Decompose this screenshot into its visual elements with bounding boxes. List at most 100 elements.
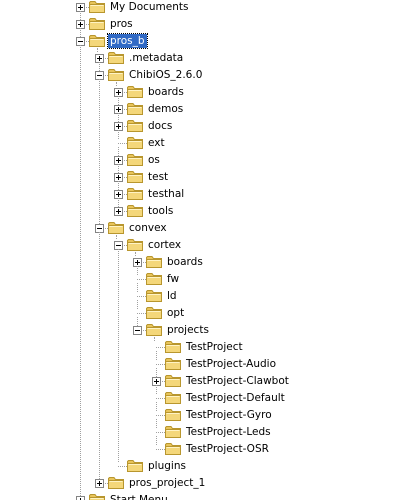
tree-node-label[interactable]: ld xyxy=(165,289,179,303)
tree-node-label[interactable]: opt xyxy=(165,306,186,320)
tree-node-start-menu[interactable]: Start Menu xyxy=(0,492,399,500)
tree-node-chibios-testhal[interactable]: testhal xyxy=(0,186,399,203)
tree-node-convex[interactable]: convex xyxy=(0,220,399,237)
tree-node-label[interactable]: TestProject-Clawbot xyxy=(184,374,291,388)
tree-node-projects[interactable]: projects xyxy=(0,322,399,339)
tree-guide-line xyxy=(118,96,119,105)
tree-guide-line xyxy=(156,368,157,377)
tree-guide-line xyxy=(156,351,157,360)
folder-tree: My Documents pros pros_b .metadata ChibiOS_2… xyxy=(0,0,399,500)
tree-node-label[interactable]: testhal xyxy=(146,187,186,201)
tree-node-cortex[interactable]: cortex xyxy=(0,237,399,254)
tree-node-testproject[interactable]: TestProject xyxy=(0,339,399,356)
folder-icon xyxy=(127,459,143,473)
folder-open-icon xyxy=(108,221,124,235)
tree-node-testproject-gyro[interactable]: TestProject-Gyro xyxy=(0,407,399,424)
tree-node-testproject-clawbot[interactable]: TestProject-Clawbot xyxy=(0,373,399,390)
tree-guide-line xyxy=(135,252,136,256)
tree-node-chibios-docs[interactable]: docs xyxy=(0,118,399,135)
tree-node-label[interactable]: demos xyxy=(146,102,185,116)
tree-node-chibios-os[interactable]: os xyxy=(0,152,399,169)
tree-node-label[interactable]: boards xyxy=(146,85,186,99)
tree-node-chibios-test[interactable]: test xyxy=(0,169,399,186)
tree-node-label[interactable]: TestProject-Leds xyxy=(184,425,273,439)
tree-guide-line xyxy=(156,419,157,428)
tree-node-chibios-demos[interactable]: demos xyxy=(0,101,399,118)
tree-guide-line xyxy=(137,313,146,314)
folder-icon xyxy=(127,204,143,218)
tree-node-cortex-ld[interactable]: ld xyxy=(0,288,399,305)
tree-guide-line xyxy=(137,296,146,297)
tree-node-cortex-opt[interactable]: opt xyxy=(0,305,399,322)
folder-icon xyxy=(127,187,143,201)
tree-node-label[interactable]: TestProject xyxy=(184,340,245,354)
tree-guide-line xyxy=(137,279,146,280)
folder-icon xyxy=(127,136,143,150)
tree-node-testproject-osr[interactable]: TestProject-OSR xyxy=(0,441,399,458)
tree-node-plugins[interactable]: plugins xyxy=(0,458,399,475)
tree-node-label[interactable]: TestProject-Default xyxy=(184,391,287,405)
tree-node-label[interactable]: cortex xyxy=(146,238,183,252)
tree-node-label[interactable]: pros xyxy=(108,17,135,31)
tree-node-label[interactable]: pros_b xyxy=(107,33,148,49)
tree-node-label[interactable]: convex xyxy=(127,221,169,235)
tree-node-my-documents[interactable]: My Documents xyxy=(0,0,399,16)
tree-node-metadata[interactable]: .metadata xyxy=(0,50,399,67)
folder-icon xyxy=(165,374,181,388)
folder-icon xyxy=(146,306,162,320)
folder-open-icon xyxy=(146,323,162,337)
tree-guide-line xyxy=(118,164,119,173)
tree-node-chibios-ext[interactable]: ext xyxy=(0,135,399,152)
tree-node-testproject-default[interactable]: TestProject-Default xyxy=(0,390,399,407)
expand-icon[interactable] xyxy=(76,496,85,500)
collapse-icon[interactable] xyxy=(133,326,142,335)
tree-node-pros-project-1[interactable]: pros_project_1 xyxy=(0,475,399,492)
tree-node-label[interactable]: ext xyxy=(146,136,167,150)
tree-node-label[interactable]: TestProject-OSR xyxy=(184,442,271,456)
tree-node-cortex-boards[interactable]: boards xyxy=(0,254,399,271)
tree-node-chibios-tools[interactable]: tools xyxy=(0,203,399,220)
tree-node-label[interactable]: pros_project_1 xyxy=(127,476,207,490)
tree-node-chibios[interactable]: ChibiOS_2.6.0 xyxy=(0,67,399,84)
tree-node-label[interactable]: test xyxy=(146,170,170,184)
folder-icon xyxy=(127,119,143,133)
tree-node-label[interactable]: Start Menu xyxy=(108,493,170,500)
folder-open-icon xyxy=(108,68,124,82)
tree-node-testproject-audio[interactable]: TestProject-Audio xyxy=(0,356,399,373)
folder-icon xyxy=(89,17,105,31)
folder-icon xyxy=(127,85,143,99)
tree-guide-line xyxy=(118,113,119,122)
tree-node-label[interactable]: boards xyxy=(165,255,205,269)
tree-guide-line xyxy=(156,402,157,411)
tree-node-label[interactable]: TestProject-Gyro xyxy=(184,408,274,422)
tree-node-chibios-boards[interactable]: boards xyxy=(0,84,399,101)
tree-node-label[interactable]: plugins xyxy=(146,459,188,473)
tree-node-label[interactable]: docs xyxy=(146,119,174,133)
tree-node-label[interactable]: fw xyxy=(165,272,181,286)
tree-node-testproject-leds[interactable]: TestProject-Leds xyxy=(0,424,399,441)
folder-icon xyxy=(89,0,105,14)
folder-icon xyxy=(127,153,143,167)
tree-node-label[interactable]: ChibiOS_2.6.0 xyxy=(127,68,204,82)
tree-guide-line xyxy=(156,364,165,365)
tree-guide-line xyxy=(156,385,157,394)
tree-node-pros[interactable]: pros xyxy=(0,16,399,33)
tree-guide-line xyxy=(80,45,81,496)
tree-guide-line xyxy=(137,300,138,309)
folder-icon xyxy=(165,442,181,456)
tree-guide-line xyxy=(118,147,119,156)
tree-node-pros-b[interactable]: pros_b xyxy=(0,33,399,50)
tree-node-label[interactable]: tools xyxy=(146,204,175,218)
tree-node-label[interactable]: TestProject-Audio xyxy=(184,357,278,371)
tree-node-label[interactable]: .metadata xyxy=(127,51,185,65)
tree-node-label[interactable]: projects xyxy=(165,323,211,337)
tree-guide-line xyxy=(156,449,165,450)
expand-icon[interactable] xyxy=(114,207,123,216)
tree-node-label[interactable]: My Documents xyxy=(108,0,190,14)
tree-guide-line xyxy=(118,130,119,139)
tree-node-label[interactable]: os xyxy=(146,153,162,167)
expand-icon[interactable] xyxy=(95,479,104,488)
tree-node-cortex-fw[interactable]: fw xyxy=(0,271,399,288)
tree-guide-line xyxy=(97,48,98,52)
tree-guide-line xyxy=(118,249,119,462)
